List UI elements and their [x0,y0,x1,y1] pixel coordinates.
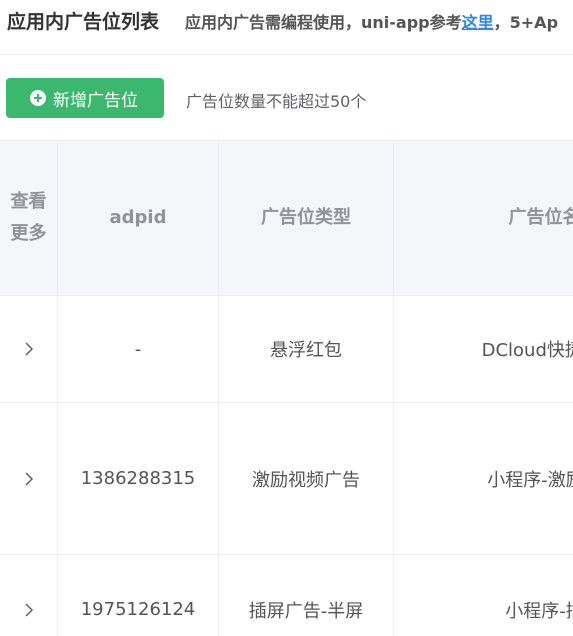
type-cell: 激励视频广告 [219,403,394,554]
ad-slot-limit-note: 广告位数量不能超过50个 [186,92,367,111]
adpid-cell: - [58,296,219,402]
adpid-cell: 1975126124 [58,555,219,636]
name-cell: 小程序-插屏 [394,555,573,636]
table-row: 1975126124 插屏广告-半屏 小程序-插屏 [0,555,573,636]
column-header-adpid: adpid [58,141,219,295]
chevron-right-icon[interactable] [24,341,34,357]
column-header-more: 查看 更多 [0,141,58,295]
name-cell: 小程序-激励视频 [394,403,573,554]
add-ad-slot-label: 新增广告位 [53,91,138,111]
page-title: 应用内广告位列表 [7,11,160,33]
type-cell: 悬浮红包 [219,296,394,402]
table-header: 查看 更多 adpid 广告位类型 广告位名称 [0,140,573,296]
adpid-cell: 1386288315 [58,403,219,554]
type-cell: 插屏广告-半屏 [219,555,394,636]
expand-cell[interactable] [0,296,58,402]
name-cell: DCloud快捷广告- [394,296,573,402]
plus-circle-icon [30,90,46,106]
header-description-suffix: ，5+Ap [493,13,559,32]
table-row: - 悬浮红包 DCloud快捷广告- [0,296,573,403]
column-header-type: 广告位类型 [219,141,394,295]
page-header: 应用内广告位列表 应用内广告需编程使用，uni-app参考这里，5+Ap [0,0,573,55]
page: 应用内广告位列表 应用内广告需编程使用，uni-app参考这里，5+Ap 新增广… [0,0,573,636]
uniapp-reference-link[interactable]: 这里 [462,13,494,32]
add-ad-slot-button[interactable]: 新增广告位 [6,78,164,118]
expand-cell[interactable] [0,555,58,636]
ad-slot-table: 查看 更多 adpid 广告位类型 广告位名称 - 悬浮红包 DCloud快捷广… [0,140,573,636]
chevron-right-icon[interactable] [24,602,34,618]
table-row: 1386288315 激励视频广告 小程序-激励视频 [0,403,573,555]
column-header-name: 广告位名称 [394,141,573,295]
chevron-right-icon[interactable] [24,471,34,487]
header-description: 应用内广告需编程使用，uni-app参考这里，5+Ap [185,9,558,33]
expand-cell[interactable] [0,403,58,554]
header-description-prefix: 应用内广告需编程使用，uni-app参考 [185,13,462,32]
